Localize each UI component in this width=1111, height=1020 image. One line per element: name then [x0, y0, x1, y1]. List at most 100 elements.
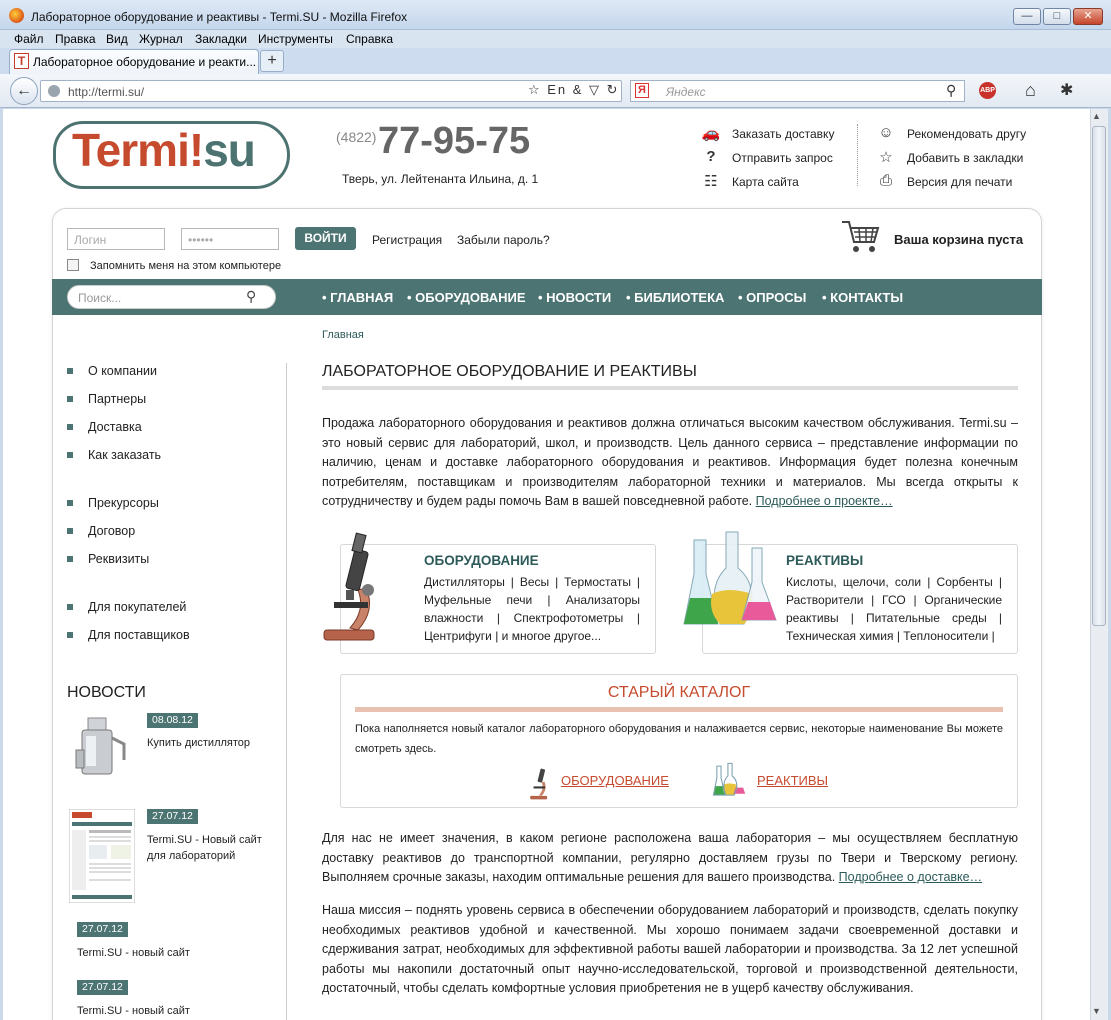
password-input[interactable]: ••••••	[181, 228, 279, 250]
news-heading: НОВОСТИ	[67, 684, 146, 701]
link-bookmark[interactable]: Добавить в закладки	[907, 151, 1023, 165]
news-title[interactable]: Termi.SU - новый сайт	[77, 1003, 227, 1019]
delivery-more-link[interactable]: Подробнее о доставке…	[839, 870, 982, 884]
old-catalog-equipment-link[interactable]: ОБОРУДОВАНИЕ	[561, 773, 669, 788]
tab-title: Лабораторное оборудование и реакти...	[33, 55, 257, 69]
link-print-version[interactable]: Версия для печати	[907, 175, 1012, 189]
old-catalog-title: СТАРЫЙ КАТАЛОГ	[607, 684, 751, 701]
intro-paragraph: Продажа лабораторного оборудования и реа…	[322, 416, 1018, 509]
url-text[interactable]: http://termi.su/	[68, 85, 144, 99]
sidebar-item-requisites[interactable]: Реквизиты	[88, 552, 149, 566]
link-order-delivery[interactable]: Заказать доставку	[732, 127, 834, 141]
new-tab-button[interactable]: +	[260, 50, 284, 72]
flasks-small-icon	[712, 762, 746, 796]
url-bar-icons[interactable]: ☆ En & ▽ ↻	[528, 82, 620, 98]
phone-code: (4822)	[336, 129, 377, 145]
question-icon: ?	[706, 148, 716, 165]
person-icon: ☺	[878, 124, 894, 141]
breadcrumb[interactable]: Главная	[322, 329, 364, 341]
sidebar-item-suppliers[interactable]: Для поставщиков	[88, 628, 190, 642]
mission-paragraph: Наша миссия – поднять уровень сервиса в …	[322, 903, 1018, 996]
menu-bar: Файл Правка Вид Журнал Закладки Инструме…	[0, 30, 1111, 48]
news-thumbnail-site[interactable]	[69, 809, 135, 903]
menu-edit[interactable]: Правка	[55, 32, 96, 46]
login-button[interactable]: ВОЙТИ	[295, 227, 356, 250]
bullet-icon	[67, 424, 73, 430]
sitemap-icon: ☷	[704, 173, 718, 190]
nav-contacts[interactable]: • КОНТАКТЫ	[822, 290, 903, 305]
minimize-button[interactable]: —	[1013, 8, 1041, 25]
maximize-button[interactable]: □	[1043, 8, 1071, 25]
microscope-small-icon	[530, 768, 548, 800]
site-search-placeholder: Поиск...	[78, 291, 122, 305]
sidebar-item-contract[interactable]: Договор	[88, 524, 135, 538]
bullet-icon	[67, 604, 73, 610]
sidebar-divider	[286, 363, 287, 1020]
site-logo-text: Termi!su	[72, 124, 256, 176]
menu-help[interactable]: Справка	[346, 32, 393, 46]
news-thumbnail-distiller[interactable]	[72, 714, 128, 780]
bullet-icon	[67, 396, 73, 402]
nav-home[interactable]: • ГЛАВНАЯ	[322, 290, 393, 305]
back-arrow-icon[interactable]: ←	[10, 77, 38, 105]
login-input[interactable]: Логин	[67, 228, 165, 250]
news-date: 27.07.12	[147, 809, 198, 824]
window-title: Лабораторное оборудование и реактивы - T…	[31, 10, 408, 24]
link-sitemap[interactable]: Карта сайта	[732, 175, 799, 189]
nav-library[interactable]: • БИБЛИОТЕКА	[626, 290, 724, 305]
sidebar-item-precursors[interactable]: Прекурсоры	[88, 496, 159, 510]
bullet-icon	[67, 500, 73, 506]
reagents-card-title[interactable]: РЕАКТИВЫ	[786, 553, 863, 568]
news-title[interactable]: Termi.SU - Новый сайт для лабораторий	[147, 832, 272, 864]
scroll-up-arrow-icon[interactable]: ▲	[1092, 111, 1101, 121]
cart-icon[interactable]	[840, 218, 882, 256]
sidebar-item-buyers[interactable]: Для покупателей	[88, 600, 186, 614]
close-window-button[interactable]: ✕	[1073, 8, 1103, 25]
flasks-icon	[683, 531, 777, 625]
equipment-card-title[interactable]: ОБОРУДОВАНИЕ	[424, 553, 539, 568]
nav-news[interactable]: • НОВОСТИ	[538, 290, 611, 305]
remember-checkbox[interactable]	[67, 259, 79, 271]
nav-equipment[interactable]: • ОБОРУДОВАНИЕ	[407, 290, 526, 305]
scroll-down-arrow-icon[interactable]: ▼	[1092, 1006, 1101, 1016]
car-icon: 🚗	[701, 125, 721, 142]
yandex-icon[interactable]: Я	[635, 83, 649, 98]
old-catalog-underline	[355, 707, 1003, 712]
menu-file[interactable]: Файл	[14, 32, 44, 46]
scroll-thumb[interactable]	[1092, 126, 1106, 626]
magnifier-icon[interactable]: ⚲	[946, 82, 956, 99]
bullet-icon	[67, 368, 73, 374]
nav-polls[interactable]: • ОПРОСЫ	[738, 290, 806, 305]
equipment-card-text: Дистилляторы | Весы | Термостаты | Муфел…	[424, 575, 640, 643]
search-icon[interactable]: ⚲	[246, 288, 256, 305]
menu-history[interactable]: Журнал	[139, 32, 183, 46]
news-title[interactable]: Termi.SU - новый сайт	[77, 945, 227, 961]
intro-more-link[interactable]: Подробнее о проекте…	[756, 494, 893, 508]
microscope-icon	[323, 532, 375, 641]
menu-tools[interactable]: Инструменты	[258, 32, 333, 46]
link-recommend[interactable]: Рекомендовать другу	[907, 127, 1026, 141]
bullet-icon	[67, 632, 73, 638]
phone-number: 77-95-75	[378, 120, 531, 162]
menu-view[interactable]: Вид	[106, 32, 128, 46]
sidebar-item-about[interactable]: О компании	[88, 364, 157, 378]
sidebar-item-partners[interactable]: Партнеры	[88, 392, 146, 406]
delivery-paragraph: Для нас не имеет значения, в каком регио…	[322, 831, 1018, 885]
news-title[interactable]: Купить дистиллятор	[147, 735, 267, 751]
register-link[interactable]: Регистрация	[372, 233, 442, 247]
favicon-icon: T	[14, 53, 29, 69]
extension-icon[interactable]: ✱	[1060, 80, 1073, 100]
link-send-request[interactable]: Отправить запрос	[732, 151, 833, 165]
home-icon[interactable]: ⌂	[1025, 80, 1036, 101]
title-underline	[322, 386, 1018, 390]
sidebar-item-delivery[interactable]: Доставка	[88, 420, 142, 434]
cart-status[interactable]: Ваша корзина пуста	[894, 232, 1023, 247]
old-catalog-reagents-link[interactable]: РЕАКТИВЫ	[757, 773, 828, 788]
forgot-password-link[interactable]: Забыли пароль?	[457, 233, 550, 247]
bullet-icon	[67, 528, 73, 534]
reagents-card-text: Кислоты, щелочи, соли | Сорбенты | Раств…	[786, 575, 1002, 643]
adblock-icon[interactable]: ABP	[979, 82, 996, 99]
browser-search-placeholder: Яндекс	[666, 85, 706, 99]
sidebar-item-how-to-order[interactable]: Как заказать	[88, 448, 161, 462]
menu-bookmarks[interactable]: Закладки	[195, 32, 247, 46]
